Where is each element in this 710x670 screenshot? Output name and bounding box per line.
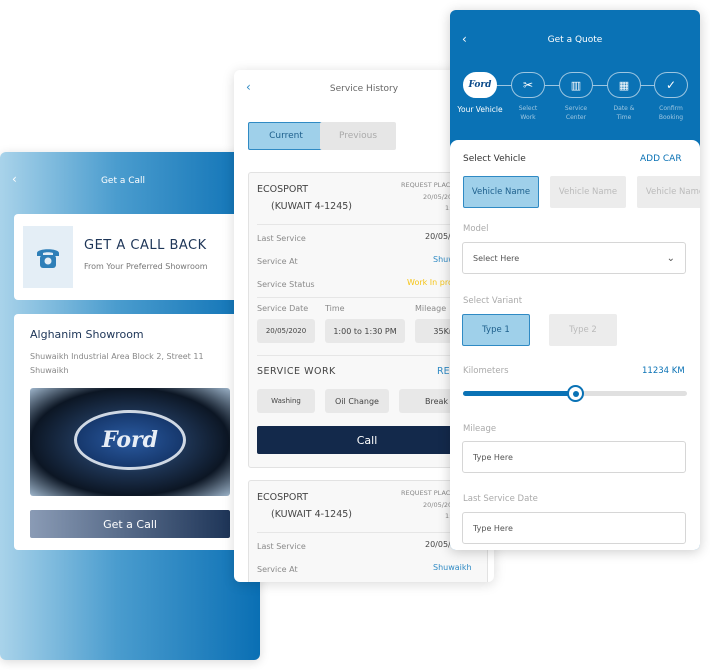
model-label: Model bbox=[463, 224, 489, 234]
kilometers-slider[interactable] bbox=[463, 385, 687, 402]
service-work-action[interactable]: RE bbox=[437, 366, 450, 377]
service-work-label: SERVICE WORK bbox=[257, 366, 336, 377]
variant-option[interactable]: Type 1 bbox=[462, 314, 530, 346]
showroom-city: Shuwaikh bbox=[30, 366, 69, 375]
phone-icon bbox=[23, 226, 73, 288]
slider-fill bbox=[463, 391, 575, 396]
ford-logo-image: Ford bbox=[30, 388, 230, 496]
slider-thumb[interactable] bbox=[567, 385, 584, 402]
service-date-label: Service Date bbox=[257, 304, 309, 313]
service-at-label: Service At bbox=[257, 565, 298, 574]
variant-option[interactable]: Type 2 bbox=[549, 314, 617, 346]
showroom-name: Alghanim Showroom bbox=[30, 328, 144, 341]
showroom-card: Alghanim Showroom Shuwaikh Industrial Ar… bbox=[14, 314, 246, 550]
step-confirm-booking[interactable]: Confirm Booking bbox=[646, 104, 696, 122]
check-icon[interactable]: ✓ bbox=[654, 72, 688, 98]
step-select-work[interactable]: Select Work bbox=[503, 104, 553, 122]
vehicle-option[interactable]: Vehicle Name bbox=[637, 176, 700, 208]
step-date-time[interactable]: Date & Time bbox=[599, 104, 649, 122]
call-back-heading: GET A CALL BACK bbox=[84, 238, 207, 253]
mileage-input[interactable]: Type Here bbox=[462, 441, 686, 473]
get-a-call-screen: ‹ Get a Call GET A CALL BACK From Your P… bbox=[0, 152, 260, 660]
vehicle-option[interactable]: Vehicle Name bbox=[550, 176, 626, 208]
screen-title: Get a Quote bbox=[547, 35, 603, 45]
call-back-subheading: From Your Preferred Showroom bbox=[84, 262, 208, 271]
step-your-vehicle[interactable]: Your Vehicle bbox=[455, 104, 505, 115]
kilometers-value: 11234 KM bbox=[642, 366, 685, 376]
step-service-center[interactable]: Service Center bbox=[551, 104, 601, 122]
showroom-address: Shuwaikh Industrial Area Block 2, Street… bbox=[30, 352, 204, 361]
time-label: Time bbox=[325, 304, 345, 313]
last-service-label: Last Service bbox=[257, 234, 306, 243]
vehicle-model: ECOSPORT bbox=[257, 492, 309, 503]
vehicle-model: ECOSPORT bbox=[257, 184, 309, 195]
service-at-value: Shuwaikh bbox=[433, 563, 472, 572]
tools-icon[interactable]: ✂ bbox=[511, 72, 545, 98]
chevron-down-icon: ⌄ bbox=[666, 252, 675, 264]
quote-form: Select Vehicle ADD CAR Vehicle Name Vehi… bbox=[450, 140, 700, 550]
select-vehicle-label: Select Vehicle bbox=[463, 154, 526, 164]
variant-label: Select Variant bbox=[463, 296, 523, 306]
building-icon[interactable]: ▥ bbox=[559, 72, 593, 98]
time-value: 1:00 to 1:30 PM bbox=[325, 319, 405, 343]
mileage-label: Mileage bbox=[463, 424, 497, 434]
last-service-date-input[interactable]: Type Here bbox=[462, 512, 686, 544]
work-item: Oil Change bbox=[325, 389, 389, 413]
call-back-card: GET A CALL BACK From Your Preferred Show… bbox=[14, 214, 246, 300]
get-a-call-button[interactable]: Get a Call bbox=[30, 510, 230, 538]
vehicle-plate: (KUWAIT 4-1245) bbox=[271, 201, 352, 212]
last-service-date-label: Last Service Date bbox=[463, 494, 538, 504]
ford-logo-icon[interactable]: Ford bbox=[463, 72, 497, 98]
tab-previous[interactable]: Previous bbox=[320, 122, 396, 150]
kilometers-label: Kilometers bbox=[463, 366, 509, 376]
vehicle-option[interactable]: Vehicle Name bbox=[463, 176, 539, 208]
tab-current[interactable]: Current bbox=[248, 122, 324, 150]
get-a-quote-screen: ‹ Get a Quote Ford ✂ ▥ ▦ ✓ Your Vehicle … bbox=[450, 10, 700, 550]
status-label: Service Status bbox=[257, 280, 315, 289]
mileage-label: Mileage bbox=[415, 304, 447, 313]
calendar-clock-icon[interactable]: ▦ bbox=[607, 72, 641, 98]
last-service-label: Last Service bbox=[257, 542, 306, 551]
model-select-value: Select Here bbox=[473, 253, 520, 263]
call-button[interactable]: Call bbox=[257, 426, 477, 454]
add-car-button[interactable]: ADD CAR bbox=[640, 154, 682, 164]
screen-title: Get a Call bbox=[100, 176, 146, 186]
model-select[interactable]: Select Here ⌄ bbox=[462, 242, 686, 274]
service-at-label: Service At bbox=[257, 257, 298, 266]
vehicle-plate: (KUWAIT 4-1245) bbox=[271, 509, 352, 520]
service-date-value: 20/05/2020 bbox=[257, 319, 315, 343]
work-item: Washing bbox=[257, 389, 315, 413]
